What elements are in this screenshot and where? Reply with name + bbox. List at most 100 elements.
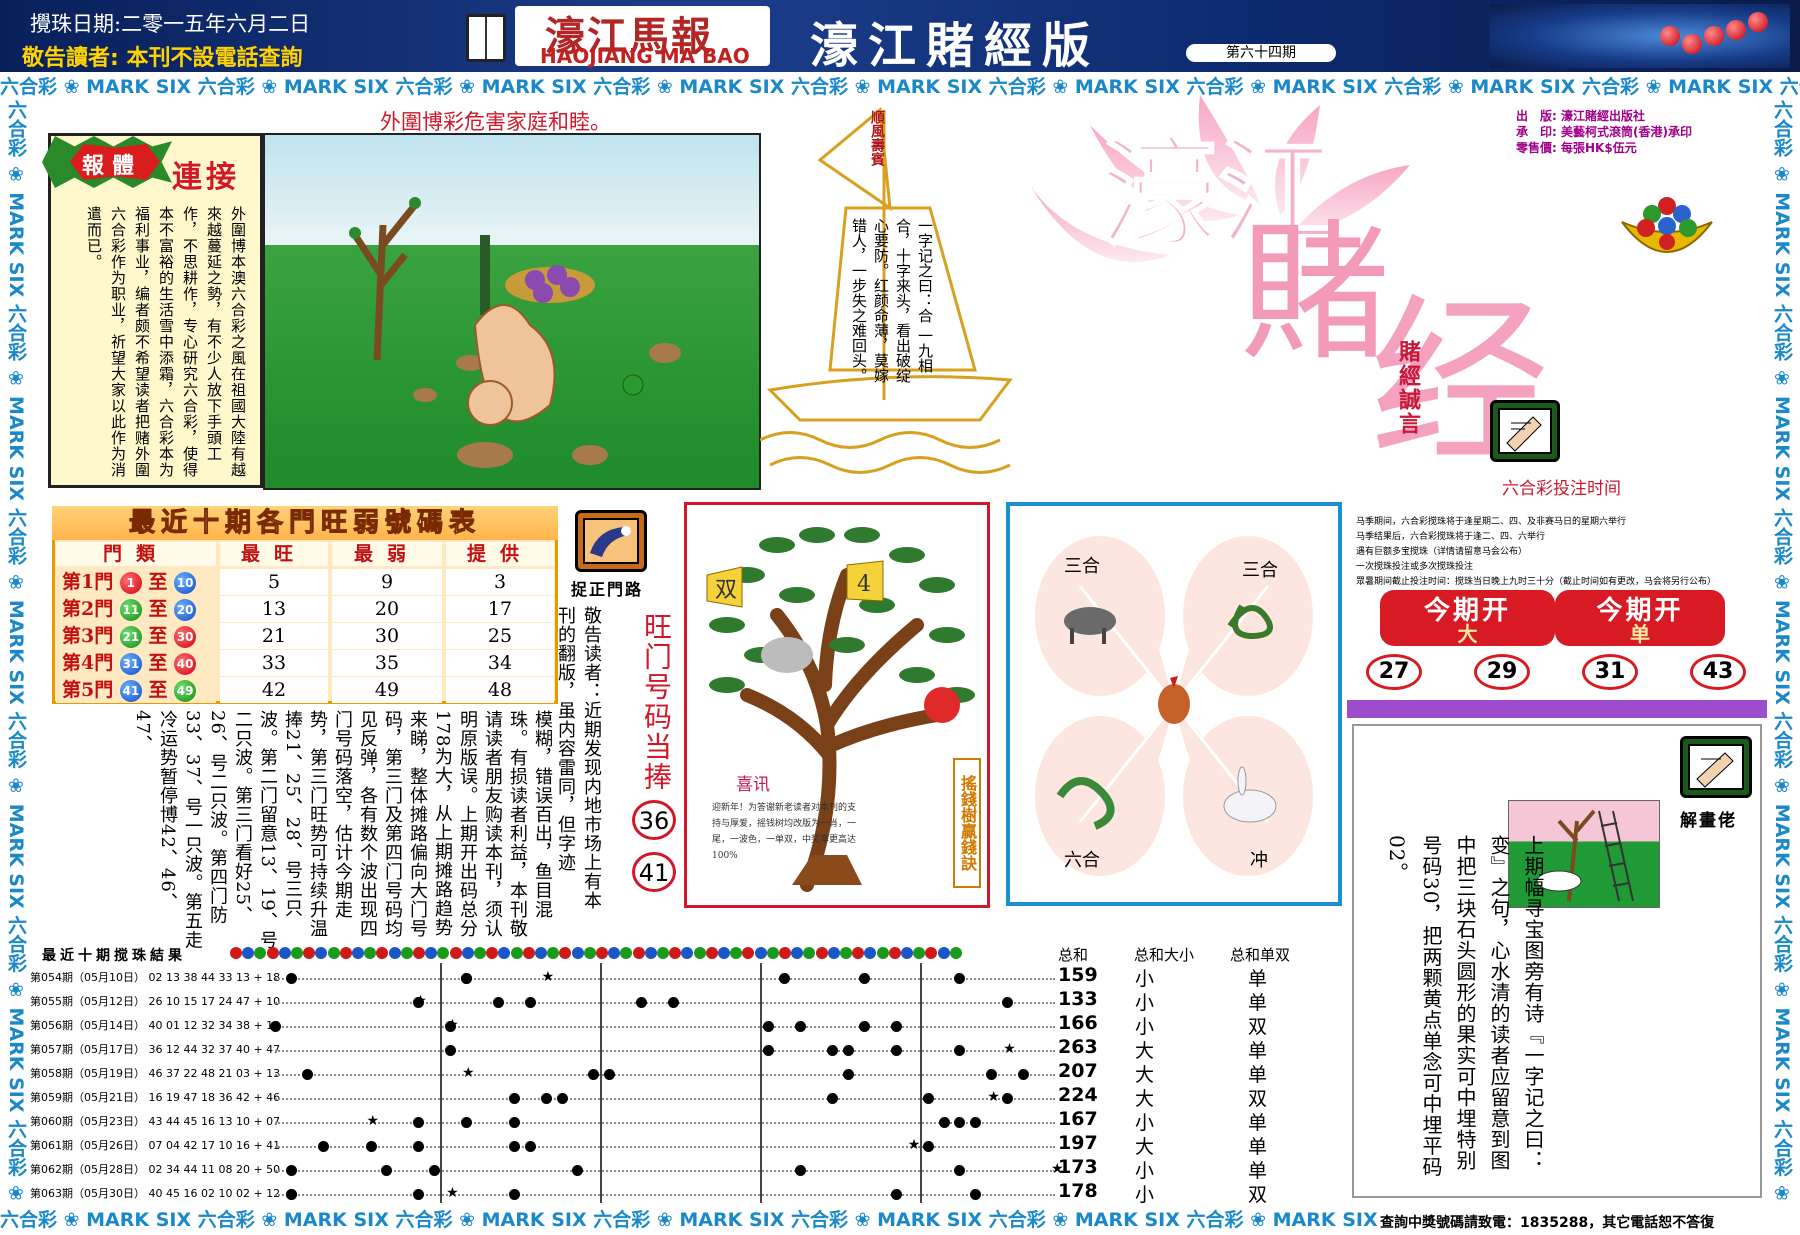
tree-tag-right: 4 [857,572,871,597]
number-ball-header [413,947,425,959]
result-sum: 224 [1058,1084,1098,1106]
result-period: 第055期（05月12日） [30,995,145,1008]
number-ball-header [779,947,791,959]
result-parity: 单 [1248,1064,1268,1086]
analysis-text: 模糊，错误百出，鱼目混珠。有损读者利益，本刊敬请读者朋友购读本刊，须认明原版误。… [132,710,553,950]
number-marker [922,1141,934,1152]
result-period: 第062期（05月28日） [30,1163,145,1176]
column-separator [600,963,602,1203]
number-marker [445,1045,457,1056]
to-label: 至 [148,679,168,701]
result-dotline [275,1098,1055,1100]
ball-from: 41 [119,680,142,702]
door-label: 第5門 41 至 49 [56,677,216,703]
result-row: 第054期（05月10日） 02 13 38 44 33 13 + 18 [30,966,280,990]
give-cell: 25 [446,623,554,649]
number-ball-header [949,947,962,959]
door-label: 第2門 11 至 20 [56,596,216,622]
min-cell: 9 [332,569,442,595]
explainer-text: 上期幅寻宝图旁有诗『一字记之曰：变』之句，心水清的读者应留意到图中把三块石头圆形… [1385,835,1545,1178]
number-ball-header [705,947,718,959]
result-size: 小 [1135,992,1155,1014]
motto: 賭經誠言 [1395,340,1421,436]
door-name: 第1門 [62,571,114,593]
publisher-value: 濠江賭經出版社 [1561,109,1646,123]
zodiac-relation-box: 三合 三合 六合 冲 [1006,502,1342,906]
treasure-bowl-icon [1620,192,1714,268]
number-marker [572,1165,584,1176]
door-name: 第5門 [62,679,114,701]
col-parity-header: 总和单双 [1230,946,1291,964]
number-marker [938,1117,950,1128]
number-marker [827,1045,839,1056]
number-marker [508,1189,520,1200]
max-cell: 5 [220,569,328,595]
number-ball-header [327,947,340,959]
number-marker [588,1069,600,1080]
door-name: 第4門 [62,652,114,674]
ball-to: 30 [174,626,197,648]
number-marker [1002,1093,1014,1104]
coin-icon [1704,26,1724,46]
result-sum: 178 [1058,1180,1098,1202]
number-marker [954,1165,966,1176]
result-row: 第063期（05月30日） 40 45 16 02 10 02 + 12 [30,1182,280,1206]
coin-icon [1682,34,1702,54]
boat-poem: 一字记之曰：合 一九相合，十字来头，看出破绽心要防。红颜命薄，莫嫁错人，一步失之… [850,218,934,383]
result-sum: 166 [1058,1012,1098,1034]
mark-six-strip-bottom: 六合彩 ❀ MARK SIX 六合彩 ❀ MARK SIX 六合彩 ❀ MARK… [0,1209,1380,1231]
hot-number-title: 旺门号码当捧 [640,612,673,792]
number-marker [1002,997,1014,1008]
number-marker [492,997,504,1008]
number-marker [843,1045,855,1056]
printer-label: 承 印: [1516,125,1557,139]
number-ball-header [449,947,462,959]
result-parity: 单 [1248,1136,1268,1158]
number-marker [285,1189,297,1200]
special-number-marker: ★ [907,1137,921,1153]
result-sum: 133 [1058,988,1098,1010]
number-marker [763,1045,775,1056]
story-badge-label: 報體 [82,153,143,179]
result-row: 第060期（05月23日） 43 44 45 16 13 10 + 07 [30,1110,280,1134]
result-numbers: 26 10 15 17 24 47 + 10 [148,995,281,1008]
number-ball-header [461,947,474,959]
results-title: 最近十期搅珠結果 [42,948,186,964]
story-text: 外圍博本澳六合彩之風在祖國大陸有越來越蔓延之勢，有不少人放下手頭工作，不思耕作，… [85,206,247,478]
book-icon [466,14,506,62]
number-marker [954,1117,966,1128]
pick-number: 31 [1582,654,1638,690]
table-header: 提供 [446,542,554,566]
explainer-label: 解畫佬 [1680,811,1737,831]
result-size: 小 [1135,1112,1155,1134]
price-value: 每張HK$伍元 [1561,141,1637,155]
hand-pen-icon [1680,736,1752,798]
special-number-marker: ★ [366,1113,380,1129]
zhengmen-label: 捉正門路 [571,580,644,599]
number-marker [827,1093,839,1104]
table-row: 第2門 11 至 20 13 20 17 [56,596,556,622]
min-cell: 49 [332,677,442,703]
table-row: 第3門 21 至 30 21 30 25 [56,623,556,649]
number-marker [413,1117,425,1128]
number-ball-header [815,947,828,959]
result-row: 第061期（05月26日） 07 04 42 17 10 16 + 41 [30,1134,280,1158]
number-ball-header [583,947,596,959]
number-marker [970,1189,982,1200]
zodiac-label-tl: 三合 [1064,556,1100,577]
result-numbers: 46 37 22 48 21 03 + 13 [148,1067,281,1080]
result-sum: 173 [1058,1156,1098,1178]
number-marker [667,997,679,1008]
column-separator [920,963,922,1203]
bet-rules: 马季期间，六合彩搅珠将于逢星期二、四、及非赛马日的星期六举行 马季结果后，六合彩搅… [1356,515,1716,590]
headline: 外圍博彩危害家庭和睦。 [380,110,611,134]
result-size: 小 [1135,1016,1155,1038]
money-tree-label: 搖錢樹贏錢訣 [953,758,981,888]
number-ball-header [754,947,767,959]
coin-icon [1726,20,1746,40]
issue-number: 第六十四期 [1186,44,1336,62]
result-period: 第059期（05月21日） [30,1091,145,1104]
tree-tag-left: 双 [715,578,737,603]
number-marker [508,1093,520,1104]
divider-bar [1347,700,1767,718]
